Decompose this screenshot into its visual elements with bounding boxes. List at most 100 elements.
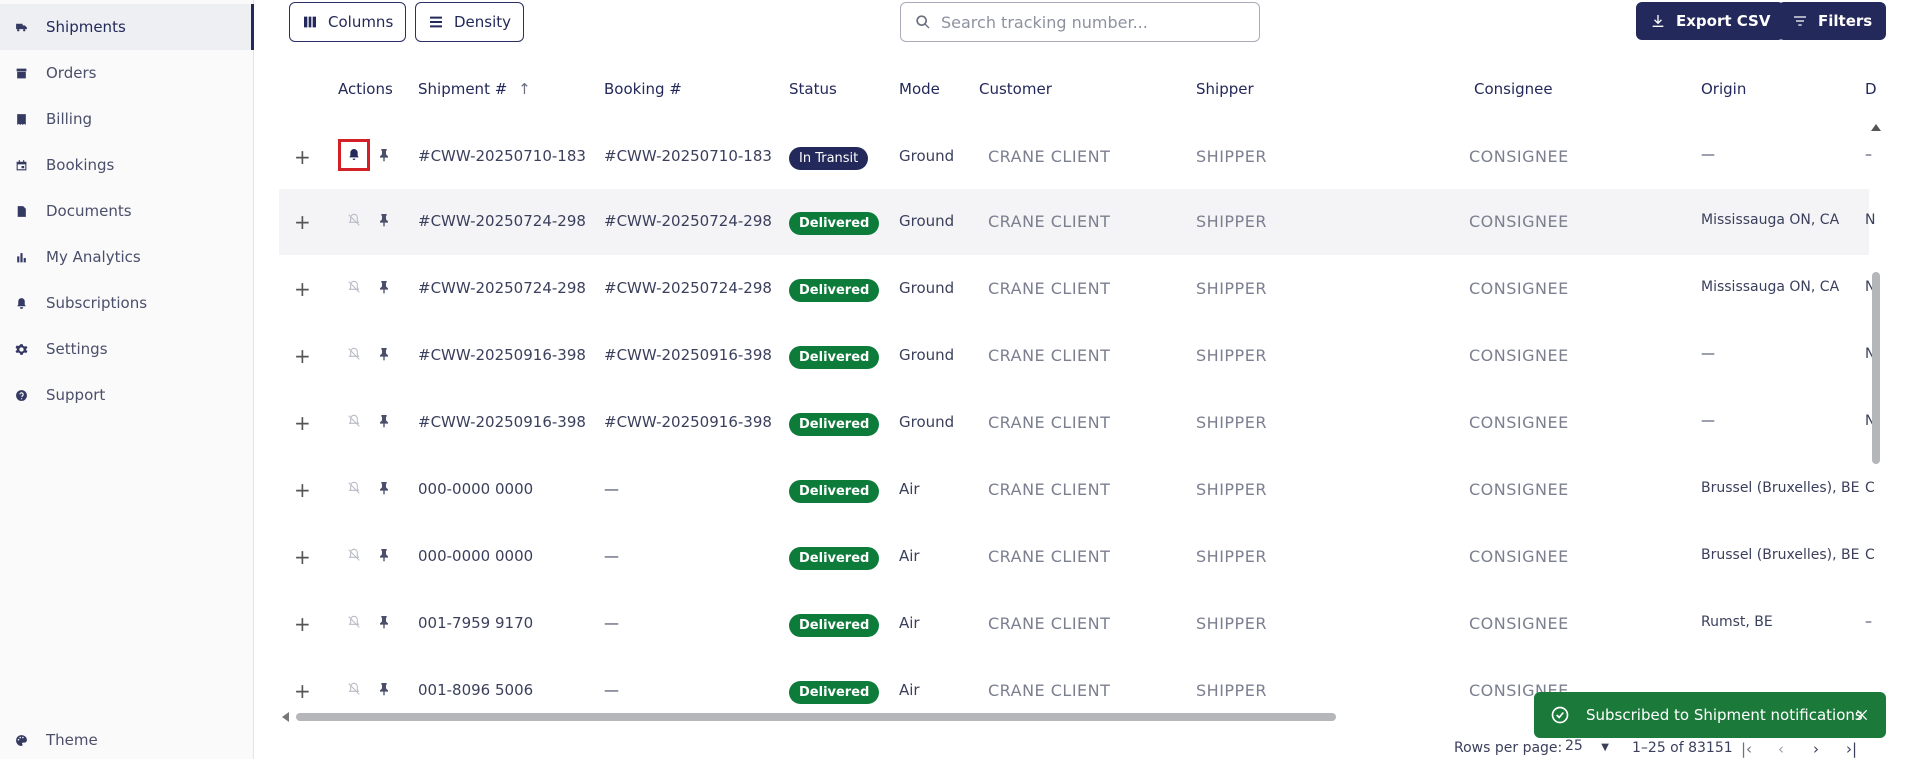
pin-icon[interactable] bbox=[373, 276, 395, 298]
sidebar-item-billing[interactable]: Billing bbox=[0, 96, 252, 142]
customer-cell: CRANE CLIENT bbox=[988, 681, 1111, 700]
sidebar-item-orders[interactable]: Orders bbox=[0, 50, 252, 96]
sidebar-item-support[interactable]: Support bbox=[0, 372, 252, 418]
export-csv-button[interactable]: Export CSV bbox=[1636, 2, 1785, 40]
bell-off-icon[interactable] bbox=[343, 276, 365, 298]
bell-off-icon[interactable] bbox=[343, 209, 365, 231]
bell-icon[interactable] bbox=[338, 139, 370, 171]
table-row[interactable]: +000-0000 0000 — Delivered Air CRANE CLIENT S… bbox=[279, 457, 1875, 523]
expand-row-button[interactable]: + bbox=[294, 480, 311, 500]
shipper-cell: SHIPPER bbox=[1196, 480, 1267, 499]
previous-page-button[interactable]: ‹ bbox=[1778, 740, 1784, 758]
consignee-cell: CONSIGNEE bbox=[1469, 147, 1569, 166]
last-page-button[interactable]: ›| bbox=[1846, 740, 1857, 758]
pin-icon[interactable] bbox=[373, 144, 395, 166]
header-status[interactable]: Status bbox=[789, 80, 837, 98]
shipment-number[interactable]: 000-0000 0000 bbox=[418, 480, 533, 498]
header-shipper[interactable]: Shipper bbox=[1196, 80, 1254, 98]
customer-cell: CRANE CLIENT bbox=[988, 212, 1111, 231]
sidebar-item-documents[interactable]: Documents bbox=[0, 188, 252, 234]
pin-icon[interactable] bbox=[373, 678, 395, 700]
sort-ascending-icon: ↑ bbox=[518, 80, 531, 98]
table-row[interactable]: + #CWW-20250724-298 #CWW-20250724-298 Deliv… bbox=[279, 189, 1875, 255]
header-origin[interactable]: Origin bbox=[1701, 80, 1746, 98]
pin-icon[interactable] bbox=[373, 209, 395, 231]
pin-icon[interactable] bbox=[373, 544, 395, 566]
next-page-button[interactable]: › bbox=[1813, 740, 1819, 758]
filters-button[interactable]: Filters bbox=[1778, 2, 1887, 40]
bell-off-icon[interactable] bbox=[343, 343, 365, 365]
shipment-number[interactable]: #CWW-20250916-398 bbox=[418, 346, 586, 364]
header-shipment[interactable]: Shipment # ↑ bbox=[418, 80, 531, 98]
horizontal-scrollbar-thumb[interactable] bbox=[296, 713, 1336, 721]
booking-number: #CWW-20250724-298 bbox=[604, 212, 772, 230]
vertical-scrollbar-thumb[interactable] bbox=[1872, 272, 1880, 464]
expand-row-button[interactable]: + bbox=[294, 681, 311, 701]
shipment-number[interactable]: 001-8096 5006 bbox=[418, 681, 533, 699]
header-booking[interactable]: Booking # bbox=[604, 80, 682, 98]
expand-row-button[interactable]: + bbox=[294, 346, 311, 366]
header-destination[interactable]: Des bbox=[1865, 80, 1877, 98]
sidebar-item-my-analytics[interactable]: My Analytics bbox=[0, 234, 252, 280]
booking-number: — bbox=[604, 681, 619, 699]
expand-row-button[interactable]: + bbox=[294, 279, 311, 299]
shipment-number[interactable]: 001-7959 9170 bbox=[418, 614, 533, 632]
pin-icon[interactable] bbox=[373, 410, 395, 432]
expand-row-button[interactable]: + bbox=[294, 413, 311, 433]
close-icon[interactable] bbox=[1854, 707, 1870, 723]
status-badge: Delivered bbox=[789, 212, 880, 235]
status-badge: Delivered bbox=[789, 547, 880, 570]
header-customer[interactable]: Customer bbox=[979, 80, 1052, 98]
search-icon bbox=[916, 15, 930, 29]
sidebar-item-subscriptions[interactable]: Subscriptions bbox=[0, 280, 252, 326]
table-row[interactable]: +000-0000 0000 — Delivered Air CRANE CLIENT S… bbox=[279, 524, 1875, 590]
bell-off-icon[interactable] bbox=[343, 410, 365, 432]
shipment-number[interactable]: #CWW-20250724-298 bbox=[418, 212, 586, 230]
columns-button[interactable]: Columns bbox=[289, 2, 407, 42]
table-row[interactable]: + #CWW-20250710-183 #CWW-20250710-183 In Tr… bbox=[279, 124, 1872, 190]
scroll-up-arrow[interactable] bbox=[1871, 124, 1881, 131]
header-consignee[interactable]: Consignee bbox=[1474, 80, 1553, 98]
expand-row-button[interactable]: + bbox=[294, 547, 311, 567]
density-icon bbox=[430, 16, 442, 28]
shipment-number[interactable]: 000-0000 0000 bbox=[418, 547, 533, 565]
consignee-cell: CONSIGNEE bbox=[1469, 346, 1569, 365]
origin-cell: Brussel (Bruxelles), BE bbox=[1701, 480, 1860, 496]
expand-row-button[interactable]: + bbox=[294, 147, 311, 167]
status-badge: Delivered bbox=[789, 279, 880, 302]
bell-off-icon[interactable] bbox=[343, 544, 365, 566]
bell-off-icon[interactable] bbox=[343, 678, 365, 700]
pin-icon[interactable] bbox=[373, 477, 395, 499]
sidebar-item-shipments[interactable]: Shipments bbox=[0, 4, 254, 50]
mode-cell: Air bbox=[899, 681, 920, 699]
table-row[interactable]: +001-7959 9170 — Delivered Air CRANE CLIENT S… bbox=[279, 591, 1872, 657]
search-input[interactable] bbox=[941, 12, 1241, 32]
sidebar-item-settings[interactable]: Settings bbox=[0, 326, 252, 372]
shipment-number[interactable]: #CWW-20250916-398 bbox=[418, 413, 586, 431]
rows-per-page-select[interactable]: 25 ▼ bbox=[1565, 738, 1609, 754]
sidebar-item-label: Subscriptions bbox=[46, 294, 148, 312]
density-button[interactable]: Density bbox=[415, 2, 525, 42]
origin-cell: — bbox=[1701, 413, 1715, 429]
pin-icon[interactable] bbox=[373, 343, 395, 365]
shipment-number[interactable]: #CWW-20250710-183 bbox=[418, 147, 586, 165]
expand-row-button[interactable]: + bbox=[294, 212, 311, 232]
bell-off-icon[interactable] bbox=[343, 611, 365, 633]
header-mode[interactable]: Mode bbox=[899, 80, 940, 98]
first-page-button[interactable]: |‹ bbox=[1741, 740, 1752, 758]
toast-message: Subscribed to Shipment notifications bbox=[1586, 706, 1863, 724]
table-row[interactable]: + #CWW-20250916-398 #CWW-20250916-398 Deliv… bbox=[279, 390, 1875, 456]
sidebar-item-bookings[interactable]: Bookings bbox=[0, 142, 252, 188]
expand-row-button[interactable]: + bbox=[294, 614, 311, 634]
origin-cell: Brussel (Bruxelles), BE bbox=[1701, 547, 1860, 563]
receipt-icon bbox=[14, 112, 28, 126]
theme-toggle[interactable]: Theme bbox=[0, 717, 252, 763]
bell-off-icon[interactable] bbox=[343, 477, 365, 499]
filters-label: Filters bbox=[1818, 12, 1873, 30]
scroll-left-arrow[interactable] bbox=[282, 712, 289, 722]
shipment-number[interactable]: #CWW-20250724-298 bbox=[418, 279, 586, 297]
pin-icon[interactable] bbox=[373, 611, 395, 633]
sidebar-item-label: Shipments bbox=[46, 18, 126, 36]
table-row[interactable]: + #CWW-20250916-398 #CWW-20250916-398 Deliv… bbox=[279, 323, 1875, 389]
table-row[interactable]: + #CWW-20250724-298 #CWW-20250724-298 Deliv… bbox=[279, 256, 1875, 322]
